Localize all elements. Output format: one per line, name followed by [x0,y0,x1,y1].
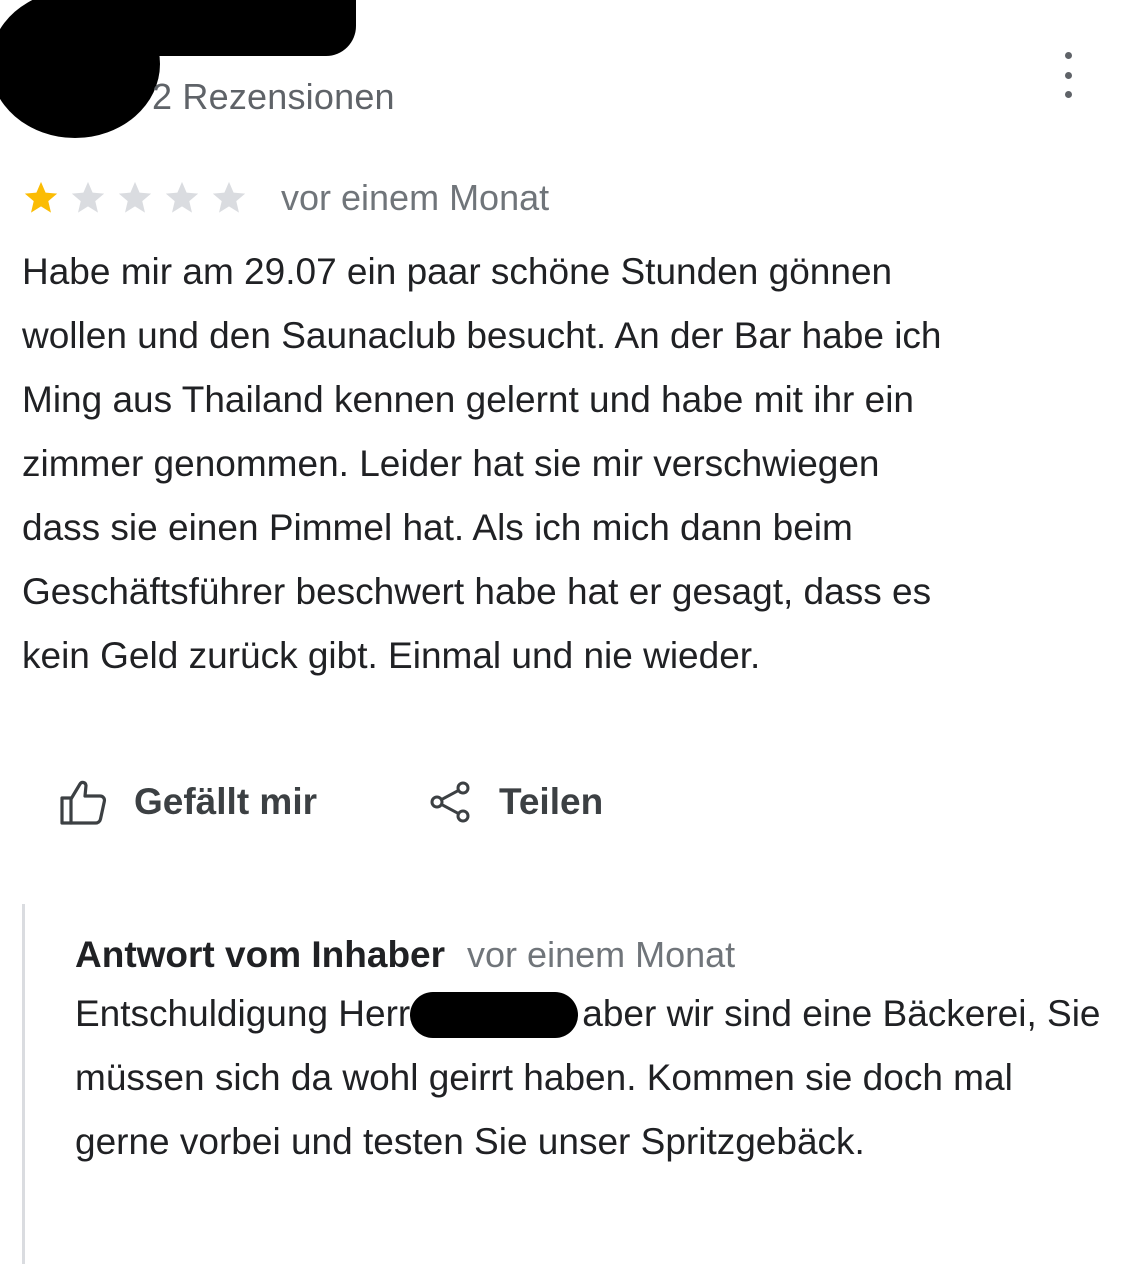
rating-row: vor einem Monat [22,176,549,220]
more-options-button[interactable] [1054,52,1082,98]
star-empty-icon [165,181,199,213]
owner-reply-text: Entschuldigung Herr aber wir sind eine Bä… [75,982,1105,1174]
more-vert-icon [1064,52,1072,59]
star-empty-icon [71,181,105,213]
owner-reply: Antwort vom Inhaber vor einem Monat Entsc… [22,904,1115,1264]
star-filled-icon [24,181,58,213]
owner-reply-date: vor einem Monat [467,934,736,975]
redacted-name [410,992,579,1038]
more-vert-icon-dot [1064,71,1072,79]
like-button[interactable]: Gefällt mir [58,778,317,826]
review-date: vor einem Monat [281,177,550,218]
share-label: Teilen [499,781,604,822]
share-icon [430,781,470,823]
thumb-up-icon [60,780,107,825]
redacted-reviewer-name [70,0,356,56]
like-label: Gefällt mir [134,781,317,822]
owner-reply-header: Antwort vom Inhaber vor einem Monat [75,934,735,976]
star-rating [22,179,257,217]
review-text: Habe mir am 29.07 ein paar schöne Stunde… [22,251,942,676]
owner-reply-text-after-redaction: aber wir sind eine [582,993,873,1034]
review-actions: Gefällt mir Teilen [58,770,603,834]
star-empty-icon [118,181,152,213]
reviewer-review-count[interactable]: 2 Rezensionen [152,76,395,118]
more-vert-icon-dot [1064,91,1072,98]
share-button[interactable]: Teilen [429,780,603,824]
star-empty-icon [212,181,246,213]
owner-reply-author: Antwort vom Inhaber [75,934,446,975]
owner-reply-text-start: Entschuldigung Herr [75,993,411,1034]
